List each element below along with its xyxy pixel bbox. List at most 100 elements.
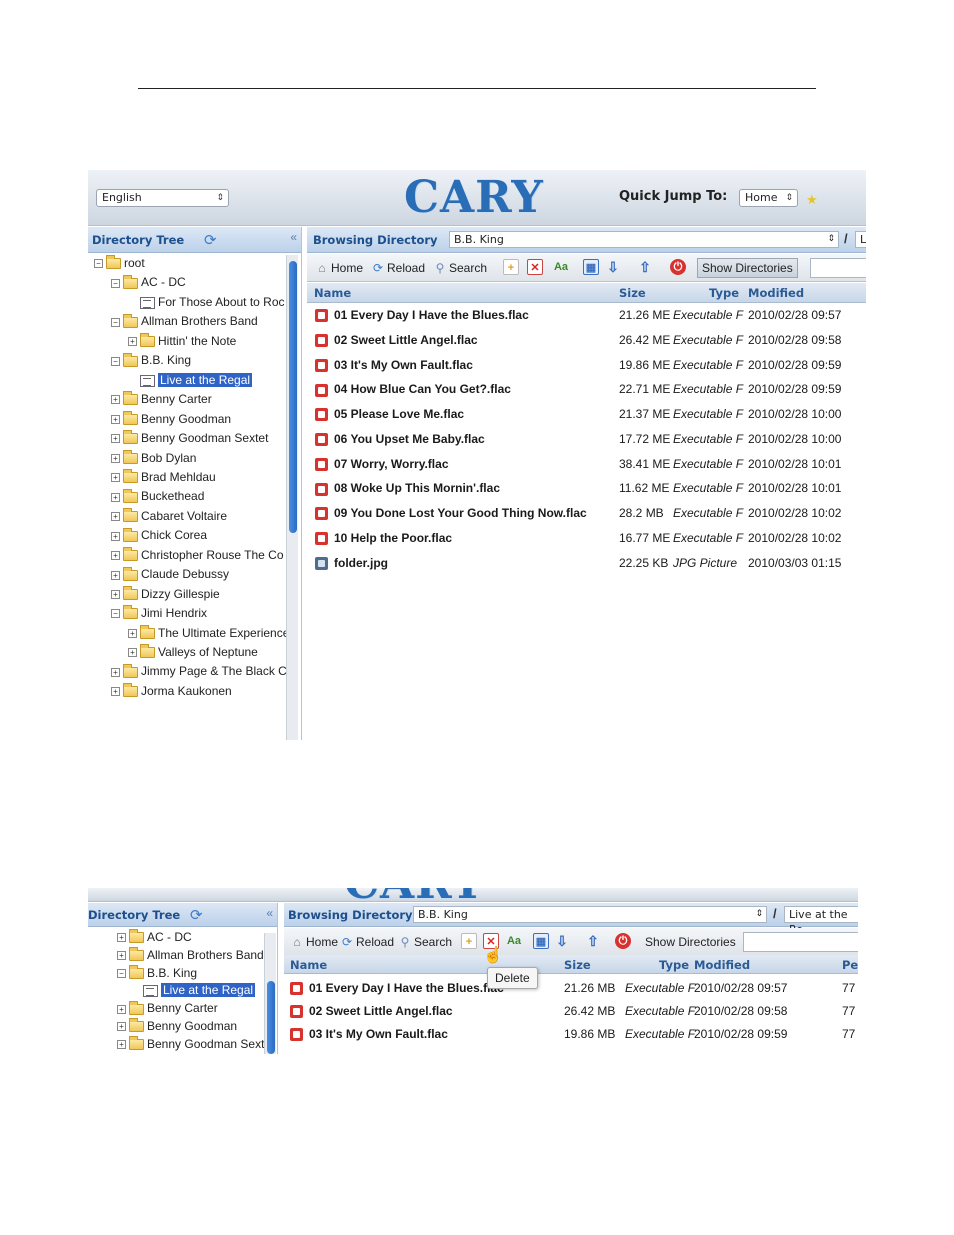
file-row[interactable]: 09 You Done Lost Your Good Thing Now.fla… xyxy=(307,501,866,526)
home-button[interactable]: ⌂ Home xyxy=(315,260,363,276)
expand-node-icon[interactable]: + xyxy=(117,933,126,943)
upload-icon[interactable]: ⇧ xyxy=(637,259,653,275)
filter-input[interactable] xyxy=(743,932,858,952)
power-icon[interactable]: ⏻ xyxy=(670,259,686,275)
sync-icon[interactable]: ⟳ xyxy=(190,906,203,924)
expand-node-icon[interactable]: + xyxy=(128,337,137,347)
tree-node[interactable]: − AC - DC xyxy=(111,273,186,291)
collapse-node-icon[interactable]: − xyxy=(117,968,126,978)
tree-node[interactable]: + Benny Goodman Sextet xyxy=(111,429,268,447)
collapse-icon[interactable]: « xyxy=(290,230,297,244)
search-button[interactable]: ⚲ Search xyxy=(398,934,452,950)
tree-node[interactable]: + Chick Corea xyxy=(111,526,207,544)
expand-node-icon[interactable]: + xyxy=(117,1040,126,1050)
file-row[interactable]: 06 You Upset Me Baby.flac 17.72 ME Executa… xyxy=(307,427,866,452)
properties-icon[interactable]: ▦ xyxy=(583,259,599,275)
expand-node-icon[interactable]: + xyxy=(128,648,137,658)
tree-node[interactable]: + Bob Dylan xyxy=(111,449,196,467)
properties-icon[interactable]: ▦ xyxy=(533,933,549,949)
tree-node[interactable]: + Benny Goodman xyxy=(117,1017,237,1035)
expand-node-icon[interactable]: + xyxy=(111,492,120,502)
subpath-field[interactable]: L xyxy=(855,231,866,248)
expand-node-icon[interactable]: + xyxy=(111,395,120,405)
expand-node-icon[interactable]: + xyxy=(111,687,120,697)
col-modified[interactable]: Modified xyxy=(694,958,750,972)
tree-node[interactable]: + Dizzy Gillespie xyxy=(111,585,220,603)
tree-node[interactable]: + Brad Mehldau xyxy=(111,468,216,486)
new-file-icon[interactable]: + xyxy=(503,259,519,275)
expand-node-icon[interactable]: + xyxy=(111,531,120,541)
power-icon[interactable]: ⏻ xyxy=(615,933,631,949)
col-name[interactable]: Name xyxy=(314,286,351,300)
tree-node[interactable]: + Jimmy Page & The Black C xyxy=(111,662,287,680)
file-row[interactable]: 03 It's My Own Fault.flac 19.86 MB Executa… xyxy=(284,1022,858,1047)
file-row[interactable]: 04 How Blue Can You Get?.flac 22.71 ME Exe… xyxy=(307,377,866,402)
tree-scrollbar[interactable] xyxy=(286,255,298,740)
show-directories-button[interactable]: Show Directories xyxy=(645,934,736,950)
tree-node[interactable]: + Benny Goodman xyxy=(111,410,231,428)
upload-icon[interactable]: ⇧ xyxy=(585,933,601,949)
home-button[interactable]: ⌂ Home xyxy=(290,934,338,950)
tree-node[interactable]: + Hittin' the Note xyxy=(128,332,236,350)
download-icon[interactable]: ⇩ xyxy=(605,259,621,275)
tree-node[interactable]: Live at the Regal xyxy=(131,981,256,999)
file-row[interactable]: 07 Worry, Worry.flac 38.41 ME Executable F… xyxy=(307,452,866,477)
file-row[interactable]: 03 It's My Own Fault.flac 19.86 ME Executa… xyxy=(307,353,866,378)
tree-scroll-thumb[interactable] xyxy=(267,981,275,1054)
expand-node-icon[interactable]: + xyxy=(117,951,126,961)
filter-input[interactable] xyxy=(810,258,866,278)
collapse-node-icon[interactable]: − xyxy=(94,259,103,269)
bookmark-star-icon[interactable]: ★ xyxy=(806,192,818,208)
new-file-icon[interactable]: + xyxy=(461,933,477,949)
col-name[interactable]: Name xyxy=(290,958,327,972)
tree-node[interactable]: + Buckethead xyxy=(111,487,204,505)
tree-node[interactable]: − Jimi Hendrix xyxy=(111,604,207,622)
col-modified[interactable]: Modified xyxy=(748,286,804,300)
expand-node-icon[interactable]: + xyxy=(111,473,120,483)
tree-node[interactable]: + The Ultimate Experience xyxy=(128,624,289,642)
tree-node[interactable]: + Jorma Kaukonen xyxy=(111,682,232,700)
path-field[interactable]: B.B. King ⇕ xyxy=(413,906,767,923)
rename-icon[interactable]: Aa xyxy=(503,933,525,949)
tree-node[interactable]: + Cabaret Voltaire xyxy=(111,507,227,525)
delete-icon[interactable]: ✕ xyxy=(527,259,543,275)
search-button[interactable]: ⚲ Search xyxy=(433,260,487,276)
collapse-node-icon[interactable]: − xyxy=(111,317,120,327)
tree-node[interactable]: + Allman Brothers Band xyxy=(117,946,264,964)
file-row[interactable]: 01 Every Day I Have the Blues.flac 21.26 … xyxy=(284,976,858,1001)
tree-scroll-thumb[interactable] xyxy=(289,261,297,533)
expand-node-icon[interactable]: + xyxy=(111,434,120,444)
col-size[interactable]: Size xyxy=(619,286,646,300)
path-field[interactable]: B.B. King ⇕ xyxy=(449,231,839,248)
sync-icon[interactable]: ⟳ xyxy=(204,231,217,249)
file-row[interactable]: 02 Sweet Little Angel.flac 26.42 ME Execut… xyxy=(307,328,866,353)
file-row[interactable]: folder.jpg 22.25 KB JPG Picture 2010/03/03 … xyxy=(307,551,866,576)
col-type[interactable]: Type xyxy=(659,958,689,972)
expand-node-icon[interactable]: + xyxy=(111,512,120,522)
tree-node[interactable]: − root xyxy=(94,254,145,272)
collapse-node-icon[interactable]: − xyxy=(111,609,120,619)
file-row[interactable]: 01 Every Day I Have the Blues.flac 21.26 … xyxy=(307,303,866,328)
download-icon[interactable]: ⇩ xyxy=(554,933,570,949)
tree-node[interactable]: − B.B. King xyxy=(117,964,197,982)
tree-node[interactable]: + AC - DC xyxy=(117,928,192,946)
reload-button[interactable]: ⟳ Reload xyxy=(371,260,425,276)
expand-node-icon[interactable]: + xyxy=(128,628,137,638)
expand-node-icon[interactable]: + xyxy=(111,551,120,561)
rename-icon[interactable]: Aa xyxy=(550,259,572,275)
tree-node[interactable]: + Benny Carter xyxy=(111,390,212,408)
quick-jump-select[interactable]: Home ⇕ xyxy=(739,189,798,207)
collapse-node-icon[interactable]: − xyxy=(111,278,120,288)
tree-node[interactable]: + Claude Debussy xyxy=(111,565,229,583)
tree-node[interactable]: + Benny Carter xyxy=(117,999,218,1017)
tree-node[interactable]: − Allman Brothers Band xyxy=(111,312,258,330)
tree-node[interactable]: − B.B. King xyxy=(111,351,191,369)
expand-node-icon[interactable]: + xyxy=(111,589,120,599)
expand-node-icon[interactable]: + xyxy=(111,414,120,424)
tree-node[interactable]: + Benny Goodman Sextet xyxy=(117,1035,274,1053)
expand-node-icon[interactable]: + xyxy=(111,667,120,677)
language-select[interactable]: English ⇕ xyxy=(96,189,229,207)
col-size[interactable]: Size xyxy=(564,958,591,972)
file-row[interactable]: 05 Please Love Me.flac 21.37 ME Executable… xyxy=(307,402,866,427)
tree-node[interactable]: For Those About to Roc xyxy=(128,293,285,311)
